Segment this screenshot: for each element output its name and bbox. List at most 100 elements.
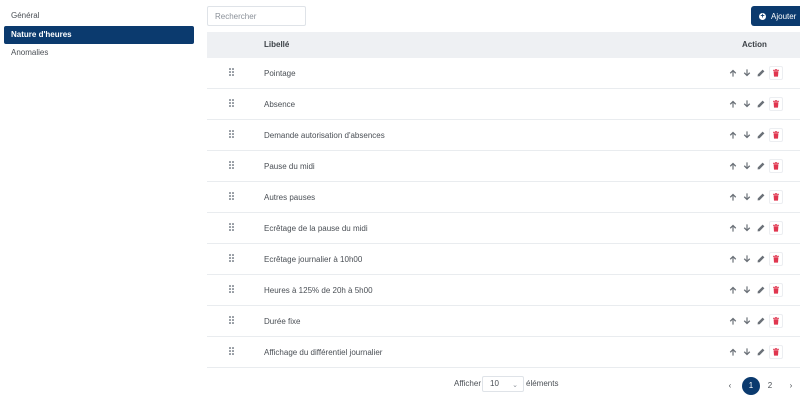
search-input[interactable]	[207, 6, 306, 26]
move-down-icon[interactable]	[740, 159, 754, 173]
move-up-icon[interactable]	[726, 159, 740, 173]
pagination-prev[interactable]: ‹	[721, 377, 739, 395]
move-down-icon[interactable]	[740, 66, 754, 80]
move-up-icon[interactable]	[726, 190, 740, 204]
move-up-icon[interactable]	[726, 314, 740, 328]
drag-handle-icon[interactable]	[229, 192, 234, 202]
row-label: Pause du midi	[264, 162, 315, 171]
edit-icon[interactable]	[754, 314, 768, 328]
row-actions	[726, 314, 783, 328]
row-actions	[726, 66, 783, 80]
table-row: Autres pauses	[207, 182, 800, 213]
delete-icon[interactable]	[769, 221, 783, 235]
move-up-icon[interactable]	[726, 128, 740, 142]
app-root: Général Nature d'heures Anomalies + Ajou…	[0, 0, 800, 398]
drag-handle-icon[interactable]	[229, 223, 234, 233]
move-down-icon[interactable]	[740, 221, 754, 235]
row-actions	[726, 128, 783, 142]
table-row: Heures à 125% de 20h à 5h00	[207, 275, 800, 306]
drag-handle-icon[interactable]	[229, 130, 234, 140]
drag-handle-icon[interactable]	[229, 99, 234, 109]
edit-icon[interactable]	[754, 221, 768, 235]
edit-icon[interactable]	[754, 283, 768, 297]
delete-icon[interactable]	[769, 252, 783, 266]
row-actions	[726, 190, 783, 204]
drag-handle-icon[interactable]	[229, 254, 234, 264]
move-up-icon[interactable]	[726, 283, 740, 297]
move-down-icon[interactable]	[740, 252, 754, 266]
pagination-next[interactable]: ›	[782, 377, 800, 395]
edit-icon[interactable]	[754, 66, 768, 80]
drag-handle-icon[interactable]	[229, 285, 234, 295]
column-header-libelle: Libellé	[264, 40, 290, 49]
drag-handle-icon[interactable]	[229, 68, 234, 78]
row-label: Affichage du différentiel journalier	[264, 348, 383, 357]
table-header: Libellé Action	[207, 32, 800, 58]
add-button-label: Ajouter	[771, 11, 797, 21]
row-actions	[726, 345, 783, 359]
row-actions	[726, 252, 783, 266]
delete-icon[interactable]	[769, 345, 783, 359]
page-size-select[interactable]: 10 ⌄	[482, 376, 524, 392]
table-row: Durée fixe	[207, 306, 800, 337]
row-actions	[726, 159, 783, 173]
edit-icon[interactable]	[754, 159, 768, 173]
table-row: Demande autorisation d'absences	[207, 120, 800, 151]
delete-icon[interactable]	[769, 190, 783, 204]
row-label: Demande autorisation d'absences	[264, 131, 385, 140]
pagination-page-2[interactable]: 2	[761, 377, 779, 395]
drag-handle-icon[interactable]	[229, 316, 234, 326]
move-up-icon[interactable]	[726, 97, 740, 111]
move-down-icon[interactable]	[740, 345, 754, 359]
row-label: Ecrêtage journalier à 10h00	[264, 255, 363, 264]
table-row: Pause du midi	[207, 151, 800, 182]
elements-label: éléments	[526, 379, 559, 388]
delete-icon[interactable]	[769, 159, 783, 173]
row-label: Durée fixe	[264, 317, 301, 326]
row-label: Heures à 125% de 20h à 5h00	[264, 286, 373, 295]
move-down-icon[interactable]	[740, 283, 754, 297]
edit-icon[interactable]	[754, 97, 768, 111]
delete-icon[interactable]	[769, 66, 783, 80]
sidebar-item-general[interactable]: Général	[4, 7, 194, 25]
show-label: Afficher	[454, 379, 481, 388]
edit-icon[interactable]	[754, 345, 768, 359]
add-button[interactable]: + Ajouter	[751, 6, 800, 26]
row-actions	[726, 97, 783, 111]
row-label: Absence	[264, 100, 296, 109]
sidebar-item-anomalies[interactable]: Anomalies	[4, 44, 194, 62]
sidebar: Général Nature d'heures Anomalies	[0, 0, 200, 398]
delete-icon[interactable]	[769, 97, 783, 111]
move-down-icon[interactable]	[740, 128, 754, 142]
sidebar-item-nature-heures[interactable]: Nature d'heures	[4, 26, 194, 44]
edit-icon[interactable]	[754, 128, 768, 142]
edit-icon[interactable]	[754, 252, 768, 266]
move-down-icon[interactable]	[740, 314, 754, 328]
plus-circle-icon: +	[759, 12, 766, 20]
move-up-icon[interactable]	[726, 345, 740, 359]
table-row: Absence	[207, 89, 800, 120]
drag-handle-icon[interactable]	[229, 347, 234, 357]
edit-icon[interactable]	[754, 190, 768, 204]
delete-icon[interactable]	[769, 128, 783, 142]
move-up-icon[interactable]	[726, 252, 740, 266]
move-down-icon[interactable]	[740, 190, 754, 204]
row-label: Pointage	[264, 69, 296, 78]
chevron-down-icon: ⌄	[512, 382, 518, 389]
move-up-icon[interactable]	[726, 66, 740, 80]
row-label: Ecrêtage de la pause du midi	[264, 224, 368, 233]
table-row: Affichage du différentiel journalier	[207, 337, 800, 368]
delete-icon[interactable]	[769, 314, 783, 328]
drag-handle-icon[interactable]	[229, 161, 234, 171]
row-label: Autres pauses	[264, 193, 316, 202]
pagination-page-1[interactable]: 1	[742, 377, 760, 395]
move-up-icon[interactable]	[726, 221, 740, 235]
column-header-action: Action	[742, 40, 767, 49]
table-row: Ecrêtage de la pause du midi	[207, 213, 800, 244]
row-actions	[726, 283, 783, 297]
page-size-value: 10	[490, 379, 499, 388]
move-down-icon[interactable]	[740, 97, 754, 111]
table-row: Pointage	[207, 58, 800, 89]
delete-icon[interactable]	[769, 283, 783, 297]
row-actions	[726, 221, 783, 235]
